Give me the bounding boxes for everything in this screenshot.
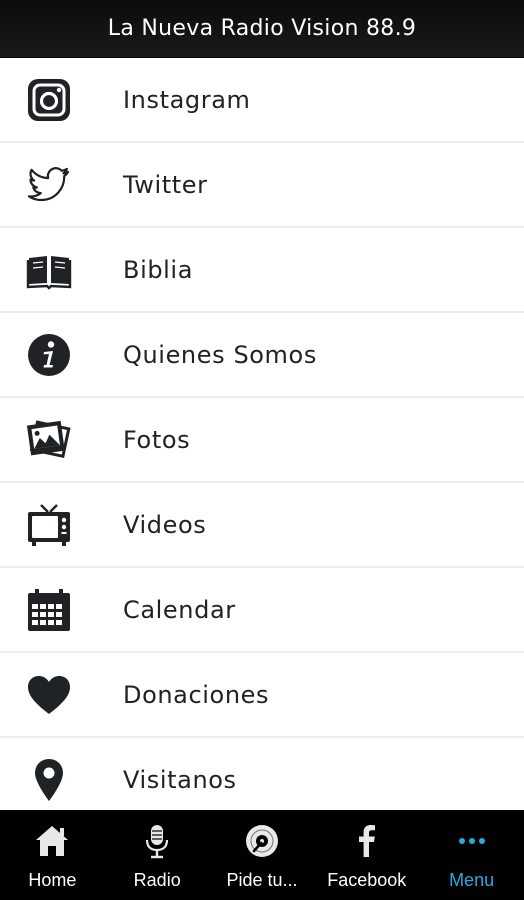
menu-item-label: Videos [123,510,207,539]
more-dots-icon [453,822,491,860]
photos-icon [24,415,74,465]
menu-item-calendar[interactable]: Calendar [0,568,524,653]
menu-item-twitter[interactable]: Twitter [0,143,524,228]
menu-item-quienes-somos[interactable]: Quienes Somos [0,313,524,398]
tab-label: Pide tu... [226,870,298,890]
menu-item-label: Fotos [123,425,191,454]
tab-label: Home [28,870,77,890]
menu-item-label: Biblia [123,255,194,284]
tab-label: Radio [133,870,181,890]
app-title: La Nueva Radio Vision 88.9 [107,16,417,41]
menu-item-biblia[interactable]: Biblia [0,228,524,313]
instagram-icon [24,75,74,125]
menu-list[interactable]: Instagram Twitter Biblia Quienes Somos F… [0,58,524,810]
menu-item-instagram[interactable]: Instagram [0,58,524,143]
location-pin-icon [24,755,74,805]
tv-icon [24,500,74,550]
menu-item-label: Donaciones [123,680,270,709]
menu-item-videos[interactable]: Videos [0,483,524,568]
menu-item-fotos[interactable]: Fotos [0,398,524,483]
microphone-icon [138,822,176,860]
home-icon [33,822,71,860]
app-title-bar: La Nueva Radio Vision 88.9 [0,0,524,58]
tab-label: Facebook [327,870,407,890]
twitter-icon [24,160,74,210]
tab-pide-tu[interactable]: Pide tu... [210,810,315,900]
menu-item-label: Quienes Somos [123,340,317,369]
bottom-tab-bar: Home Radio Pide tu... Facebook Menu [0,810,524,900]
tab-radio[interactable]: Radio [105,810,210,900]
menu-item-label: Instagram [123,85,251,114]
tab-home[interactable]: Home [0,810,105,900]
tab-menu[interactable]: Menu [419,810,524,900]
menu-item-label: Visitanos [123,765,237,794]
vinyl-record-icon [243,822,281,860]
calendar-icon [24,585,74,635]
heart-icon [24,670,74,720]
info-icon [24,330,74,380]
tab-facebook[interactable]: Facebook [314,810,419,900]
menu-item-label: Calendar [123,595,236,624]
facebook-icon [348,822,386,860]
menu-item-label: Twitter [123,170,208,199]
book-icon [24,245,74,295]
menu-item-donaciones[interactable]: Donaciones [0,653,524,738]
menu-item-visitanos[interactable]: Visitanos [0,738,524,810]
tab-label: Menu [449,870,495,890]
